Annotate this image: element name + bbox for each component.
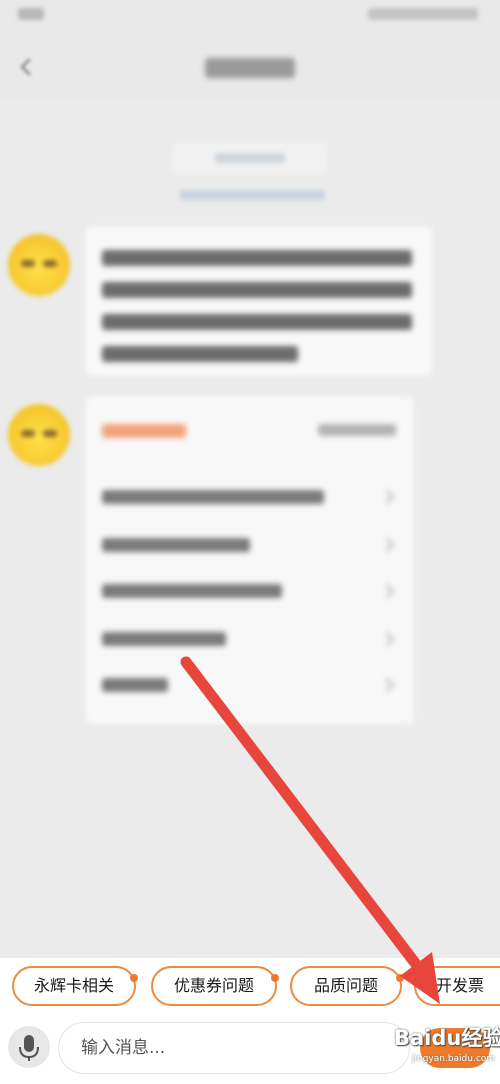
quick-reply-chip[interactable]: 永辉卡相关 [12, 966, 138, 1006]
nav-bar [0, 36, 500, 100]
chip-dot [396, 974, 404, 982]
back-arrow-icon[interactable] [16, 56, 38, 78]
faq-card [86, 396, 414, 724]
timestamp-pill [173, 142, 327, 174]
chip-label: 优惠券问题 [173, 976, 254, 995]
status-icons [368, 8, 478, 20]
message-bubble [86, 226, 432, 376]
watermark-url: jingyan.baidu.com [412, 1054, 496, 1064]
chip-dot [271, 974, 279, 982]
chip-label: 永辉卡相关 [33, 976, 114, 995]
watermark-logo: Baidu经验 jingyan.baidu.com [386, 1018, 500, 1080]
page-title [190, 54, 310, 82]
microphone-button[interactable] [8, 1026, 50, 1068]
agent-avatar [8, 234, 70, 296]
microphone-icon [19, 1035, 39, 1061]
quick-reply-bar: 永辉卡相关 优惠券问题 品质问题 开发票 [0, 958, 500, 1014]
system-notice [180, 190, 325, 200]
chip-label: 开发票 [436, 976, 485, 995]
quick-reply-chip[interactable]: 优惠券问题 [151, 966, 279, 1006]
status-bar [0, 0, 500, 36]
carrier-indicator [18, 8, 44, 20]
quick-reply-chip[interactable]: 品质问题 [290, 966, 404, 1006]
chat-area [0, 100, 500, 958]
chip-dot [130, 974, 138, 982]
chip-label: 品质问题 [313, 976, 378, 995]
agent-avatar [8, 404, 70, 466]
message-input[interactable] [58, 1022, 410, 1074]
watermark-text: Baidu经验 [394, 1026, 500, 1050]
quick-reply-chip[interactable]: 开发票 [414, 966, 500, 1006]
